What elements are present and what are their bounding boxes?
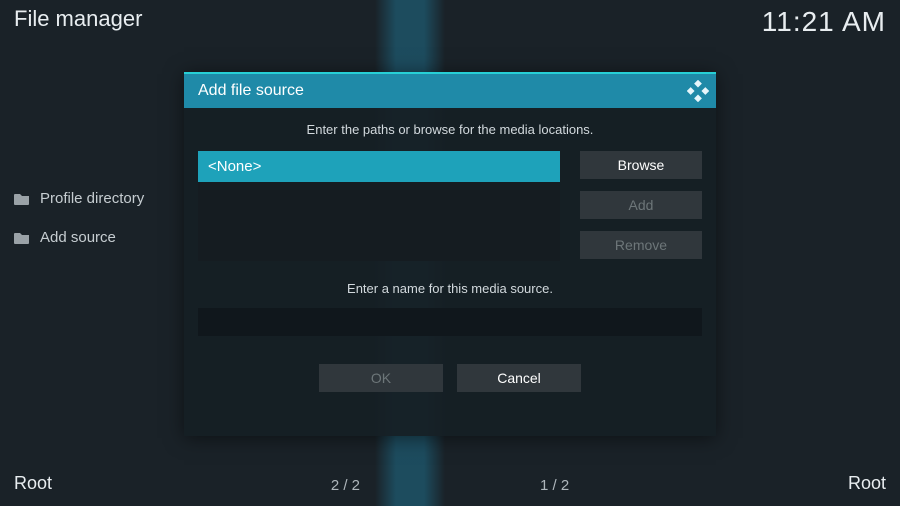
sidebar-item-profile-directory[interactable]: Profile directory <box>14 190 144 207</box>
browse-button[interactable]: Browse <box>580 151 702 179</box>
cancel-button[interactable]: Cancel <box>457 364 581 392</box>
path-list[interactable]: <None> <box>198 151 560 261</box>
header: File manager 11:21 AM <box>14 6 886 38</box>
folder-icon <box>14 231 30 244</box>
footer-counter-right: 1 / 2 <box>540 477 569 494</box>
sidebar-item-label: Add source <box>40 229 116 246</box>
ok-button[interactable]: OK <box>319 364 443 392</box>
media-name-input[interactable] <box>198 308 702 336</box>
dialog-title: Add file source <box>198 82 304 100</box>
page-title: File manager <box>14 6 142 32</box>
path-entry-selected[interactable]: <None> <box>198 151 560 182</box>
dialog-body: Enter the paths or browse for the media … <box>184 108 716 402</box>
footer-counter-left: 2 / 2 <box>331 477 360 494</box>
side-buttons: Browse Add Remove <box>580 151 702 259</box>
sidebar-item-add-source[interactable]: Add source <box>14 229 144 246</box>
left-panel: Profile directory Add source <box>14 190 144 268</box>
add-button[interactable]: Add <box>580 191 702 219</box>
folder-icon <box>14 192 30 205</box>
name-section: Enter a name for this media source. <box>198 281 702 336</box>
dialog-titlebar: Add file source <box>184 72 716 108</box>
dialog-instruction: Enter the paths or browse for the media … <box>198 122 702 137</box>
name-instruction: Enter a name for this media source. <box>198 281 702 296</box>
footer-counters: 2 / 2 1 / 2 <box>0 477 900 494</box>
sidebar-item-label: Profile directory <box>40 190 144 207</box>
kodi-logo-icon <box>684 77 712 105</box>
add-file-source-dialog: Add file source Enter the paths or brows… <box>184 72 716 436</box>
paths-row: <None> Browse Add Remove <box>198 151 702 261</box>
remove-button[interactable]: Remove <box>580 231 702 259</box>
dialog-actions: OK Cancel <box>198 364 702 392</box>
clock: 11:21 AM <box>762 6 886 38</box>
